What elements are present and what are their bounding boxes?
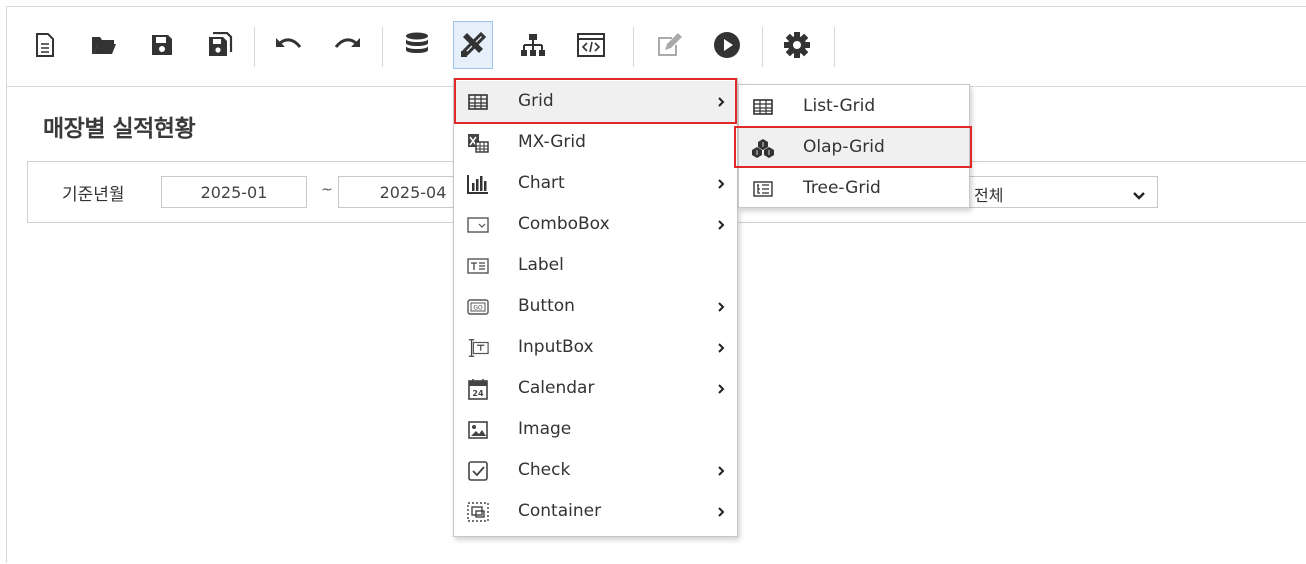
grid-icon bbox=[467, 91, 489, 113]
submenu-item-olap-grid[interactable]: Olap-Grid bbox=[739, 127, 969, 168]
menu-item-container[interactable]: Container bbox=[454, 491, 737, 532]
chevron-down-icon bbox=[1133, 186, 1145, 205]
menu-item-label: ComboBox bbox=[518, 214, 610, 234]
menu-item-inputbox[interactable]: InputBox bbox=[454, 327, 737, 368]
database-icon[interactable] bbox=[397, 21, 437, 69]
olap-grid-icon bbox=[752, 137, 774, 159]
tree-grid-icon bbox=[752, 178, 774, 200]
menu-item-label: Button bbox=[518, 296, 575, 316]
date-from-input[interactable]: 2025-01 bbox=[161, 176, 307, 208]
toolbar-separator bbox=[382, 27, 383, 67]
calendar-icon: 24 bbox=[467, 378, 489, 400]
hierarchy-icon[interactable] bbox=[513, 21, 553, 69]
container-icon bbox=[467, 501, 489, 523]
menu-item-label[interactable]: Label bbox=[454, 245, 737, 286]
submenu-item-label: Tree-Grid bbox=[803, 178, 881, 198]
menu-item-label: Container bbox=[518, 501, 602, 521]
svg-text:24: 24 bbox=[472, 389, 484, 398]
menu-item-label: Label bbox=[518, 255, 564, 275]
code-window-icon[interactable] bbox=[571, 21, 611, 69]
menu-item-label: Image bbox=[518, 419, 572, 439]
chevron-right-icon bbox=[717, 175, 725, 195]
page-title: 매장별 실적현황 bbox=[43, 116, 196, 142]
chart-icon bbox=[467, 173, 489, 195]
check-icon bbox=[467, 460, 489, 482]
chevron-right-icon bbox=[717, 503, 725, 523]
chevron-right-icon bbox=[717, 216, 725, 236]
menu-item-label: InputBox bbox=[518, 337, 594, 357]
chevron-right-icon bbox=[717, 93, 725, 113]
chevron-right-icon bbox=[717, 298, 725, 318]
filter-label: 기준년월 bbox=[62, 185, 125, 205]
menu-item-button[interactable]: GO Button bbox=[454, 286, 737, 327]
toolbar-separator bbox=[633, 27, 634, 67]
submenu-item-tree-grid[interactable]: Tree-Grid bbox=[739, 168, 969, 209]
redo-icon[interactable] bbox=[327, 21, 367, 69]
grid-submenu: List-Grid Olap-Grid Tree-Grid bbox=[738, 84, 970, 208]
new-file-icon[interactable] bbox=[25, 21, 65, 69]
combobox-icon bbox=[467, 214, 489, 236]
button-icon: GO bbox=[467, 296, 489, 318]
list-grid-icon bbox=[752, 96, 774, 118]
submenu-item-list-grid[interactable]: List-Grid bbox=[739, 86, 969, 127]
edit-icon bbox=[649, 21, 689, 69]
menu-item-label: Calendar bbox=[518, 378, 595, 398]
chevron-right-icon bbox=[717, 380, 725, 400]
save-icon[interactable] bbox=[142, 21, 182, 69]
toolbar-separator bbox=[834, 27, 835, 67]
menu-item-chart[interactable]: Chart bbox=[454, 163, 737, 204]
tools-icon[interactable] bbox=[453, 21, 493, 69]
settings-icon[interactable] bbox=[777, 21, 817, 69]
toolbar bbox=[7, 7, 1306, 85]
run-icon[interactable] bbox=[707, 21, 747, 69]
chevron-right-icon bbox=[717, 462, 725, 482]
filter-select-value: 전체 bbox=[974, 186, 1004, 205]
component-menu: Grid MX-Grid Chart ComboBox Label GO But… bbox=[453, 78, 738, 537]
label-icon bbox=[467, 255, 489, 277]
menu-item-image[interactable]: Image bbox=[454, 409, 737, 450]
inputbox-icon bbox=[467, 337, 489, 359]
menu-item-calendar[interactable]: 24 Calendar bbox=[454, 368, 737, 409]
menu-item-label: Chart bbox=[518, 173, 565, 193]
menu-item-grid[interactable]: Grid bbox=[454, 81, 737, 122]
submenu-item-label: Olap-Grid bbox=[803, 137, 885, 157]
filter-select[interactable]: 전체 bbox=[964, 176, 1158, 208]
date-range-separator: ~ bbox=[321, 182, 333, 198]
menu-item-label: Grid bbox=[518, 91, 554, 111]
menu-item-combobox[interactable]: ComboBox bbox=[454, 204, 737, 245]
submenu-item-label: List-Grid bbox=[803, 96, 876, 116]
chevron-right-icon bbox=[717, 339, 725, 359]
menu-item-label: Check bbox=[518, 460, 571, 480]
menu-item-check[interactable]: Check bbox=[454, 450, 737, 491]
toolbar-separator bbox=[762, 27, 763, 67]
menu-item-mx-grid[interactable]: MX-Grid bbox=[454, 122, 737, 163]
mx-grid-icon bbox=[467, 132, 489, 154]
open-folder-icon[interactable] bbox=[84, 21, 124, 69]
undo-icon[interactable] bbox=[269, 21, 309, 69]
toolbar-separator bbox=[254, 27, 255, 67]
svg-text:GO: GO bbox=[473, 305, 483, 312]
image-icon bbox=[467, 419, 489, 441]
save-as-icon[interactable] bbox=[200, 21, 240, 69]
menu-item-label: MX-Grid bbox=[518, 132, 586, 152]
